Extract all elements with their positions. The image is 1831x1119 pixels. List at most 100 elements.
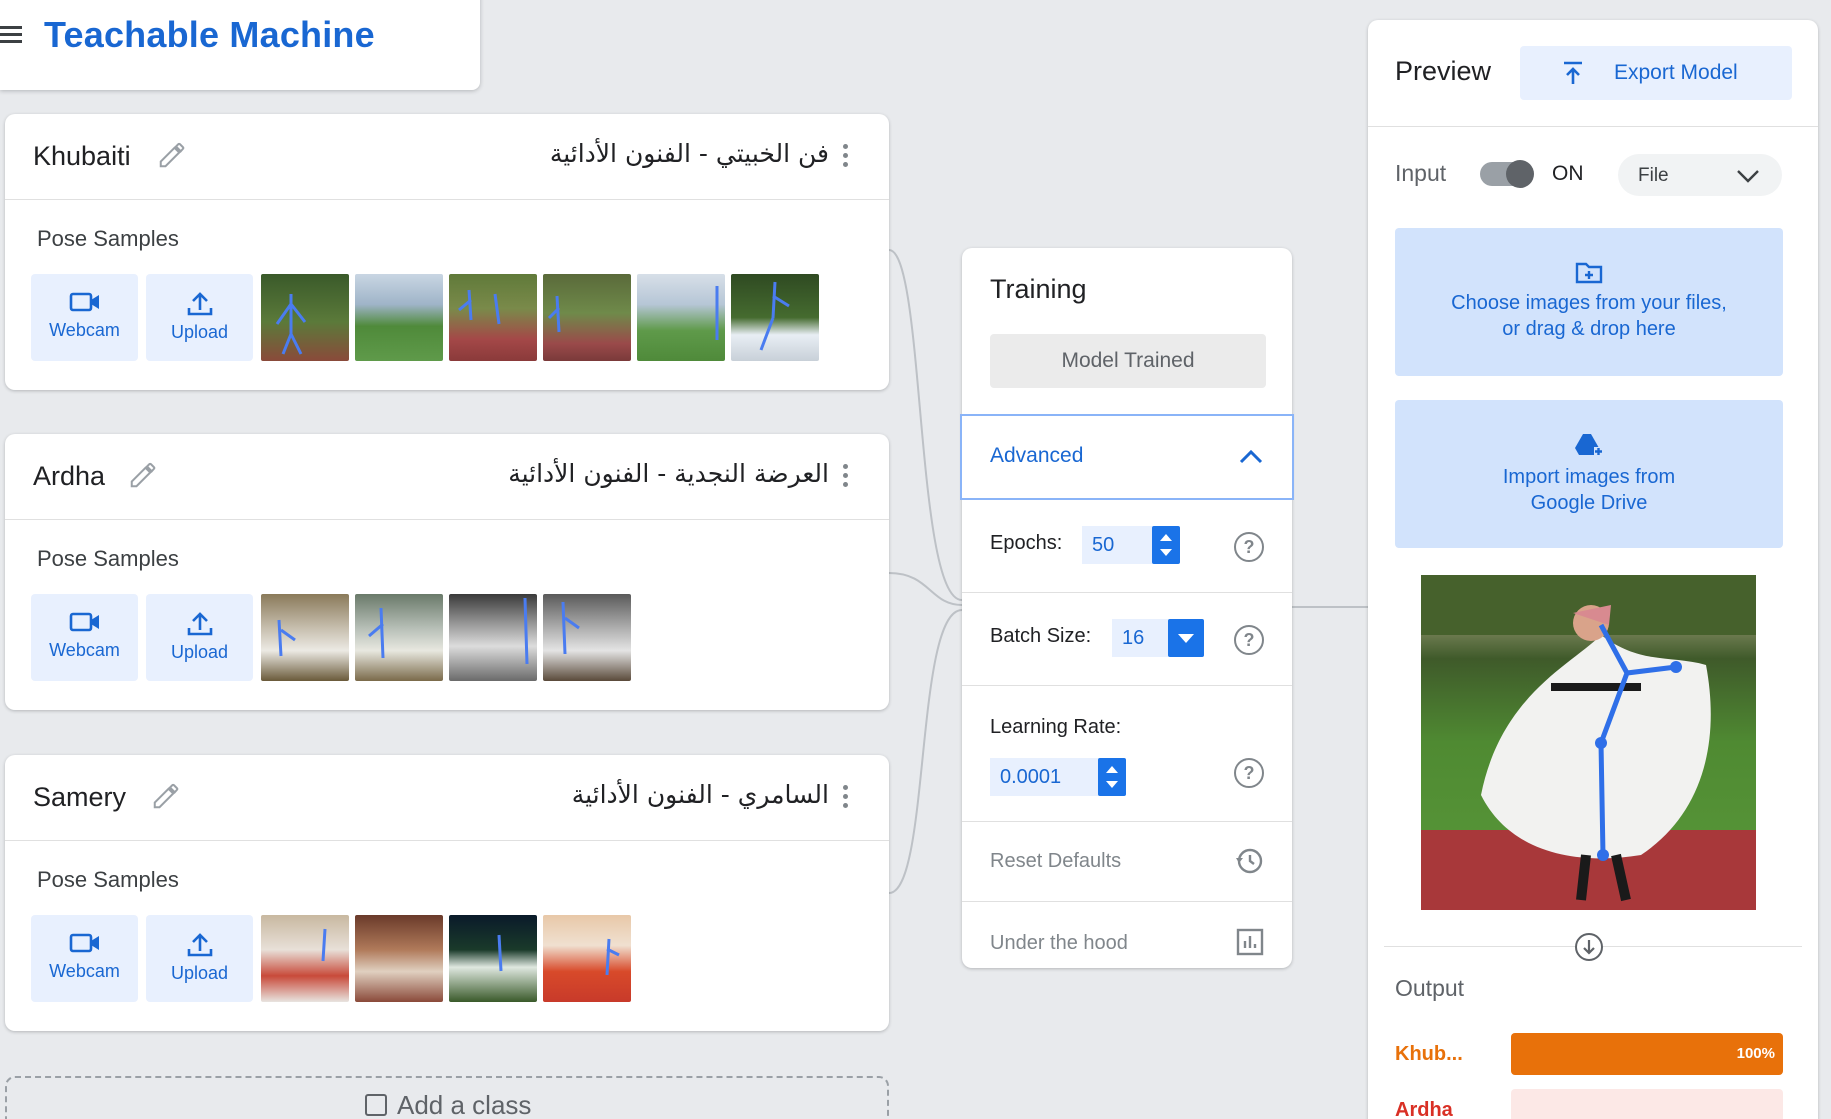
chevron-up-icon [1239, 449, 1263, 464]
epochs-stepper[interactable] [1152, 526, 1180, 564]
reset-defaults-label: Reset Defaults [990, 850, 1122, 872]
sample-thumbnail[interactable] [637, 274, 725, 361]
training-panel: Training Model Trained Advanced Epochs: … [960, 248, 1294, 968]
upload-icon [187, 612, 212, 636]
advanced-toggle[interactable]: Advanced [960, 414, 1294, 500]
webcam-button[interactable]: Webcam [31, 274, 138, 361]
advanced-label: Advanced [990, 444, 1084, 467]
google-drive-import[interactable]: Import images from Google Drive [1395, 400, 1783, 548]
preview-image [1421, 575, 1756, 910]
webcam-button[interactable]: Webcam [31, 594, 138, 681]
more-options-icon[interactable] [841, 785, 849, 811]
class-description: السامري - الفنون الأدائية [571, 780, 829, 809]
training-title: Training [990, 274, 1087, 304]
batch-size-label: Batch Size: [990, 625, 1092, 647]
learning-rate-input[interactable]: 0.0001 [990, 758, 1102, 796]
upload-arrow-icon [1564, 61, 1582, 84]
sample-thumbnail[interactable] [355, 274, 443, 361]
under-the-hood-row[interactable]: Under the hood [962, 902, 1292, 968]
sample-thumbnail[interactable] [731, 274, 819, 361]
webcam-label: Webcam [49, 640, 120, 660]
upload-button[interactable]: Upload [146, 594, 253, 681]
add-class-label: Add a class [397, 1090, 532, 1119]
add-box-icon [365, 1094, 387, 1116]
edit-pencil-icon[interactable] [151, 781, 181, 811]
epochs-input[interactable]: 50 [1082, 526, 1154, 564]
webcam-icon [69, 612, 99, 632]
history-icon [1236, 848, 1263, 874]
class-card-ardha: Ardha العرضة النجدية - الفنون الأدائية P… [5, 434, 889, 710]
help-icon[interactable]: ? [1234, 532, 1264, 562]
choose-files-line1: Choose images from your files, [1451, 292, 1727, 314]
class-card-samery: Samery السامري - الفنون الأدائية Pose Sa… [5, 755, 889, 1031]
edit-pencil-icon[interactable] [157, 140, 187, 170]
sample-thumbnail[interactable] [449, 274, 537, 361]
output-class-label: Ardha [1395, 1099, 1453, 1119]
sample-thumbnail[interactable] [543, 274, 631, 361]
bar-chart-icon [1236, 928, 1264, 956]
class-card-header: Khubaiti فن الخبيتي - الفنون الأدائية [5, 114, 889, 200]
class-card-header: Ardha العرضة النجدية - الفنون الأدائية [5, 434, 889, 520]
sample-thumbnail[interactable] [543, 915, 631, 1002]
class-card-header: Samery السامري - الفنون الأدائية [5, 755, 889, 841]
sample-thumbnail[interactable] [261, 594, 349, 681]
input-toggle[interactable] [1480, 160, 1534, 188]
drive-line1: Import images from [1502, 466, 1676, 488]
more-options-icon[interactable] [841, 144, 849, 170]
learning-rate-label: Learning Rate: [990, 716, 1122, 738]
sample-thumbnail[interactable] [355, 594, 443, 681]
export-model-button[interactable]: Export Model [1520, 46, 1792, 100]
samples-label: Pose Samples [37, 867, 179, 892]
class-description: فن الخبيتي - الفنون الأدائية [549, 139, 829, 168]
app-title[interactable]: Teachable Machine [44, 14, 375, 56]
class-name[interactable]: Samery [33, 782, 126, 813]
class-card-khubaiti: Khubaiti فن الخبيتي - الفنون الأدائية Po… [5, 114, 889, 390]
batch-size-row: Batch Size: 16 ? [962, 593, 1292, 686]
upload-icon [187, 292, 212, 316]
choose-files-line2: or drag & drop here [1502, 318, 1676, 340]
train-model-button[interactable]: Model Trained [990, 334, 1266, 388]
sample-thumbnail[interactable] [355, 915, 443, 1002]
webcam-button[interactable]: Webcam [31, 915, 138, 1002]
output-confidence-bar: 100% [1511, 1033, 1783, 1075]
divider [1368, 126, 1818, 127]
sample-thumbnail[interactable] [449, 915, 537, 1002]
upload-button[interactable]: Upload [146, 274, 253, 361]
export-model-label: Export Model [1614, 61, 1738, 84]
preview-panel: Preview Export Model Input ON File Choos… [1368, 20, 1818, 1119]
class-name[interactable]: Ardha [33, 461, 105, 492]
help-icon[interactable]: ? [1234, 625, 1264, 655]
samples-label: Pose Samples [37, 546, 179, 571]
choose-files-dropzone[interactable]: Choose images from your files, or drag &… [1395, 228, 1783, 376]
drive-line2: Google Drive [1530, 492, 1648, 514]
batch-size-dropdown[interactable] [1168, 619, 1204, 657]
google-drive-add-icon [1575, 434, 1603, 456]
help-icon[interactable]: ? [1234, 758, 1264, 788]
sample-thumbnail[interactable] [261, 274, 349, 361]
sample-thumbnail[interactable] [543, 594, 631, 681]
upload-label: Upload [170, 642, 229, 662]
sample-thumbnail[interactable] [261, 915, 349, 1002]
toggle-state-label: ON [1552, 162, 1584, 185]
class-name[interactable]: Khubaiti [33, 141, 131, 172]
output-class-label: Khub... [1395, 1043, 1463, 1065]
upload-label: Upload [170, 322, 229, 342]
more-options-icon[interactable] [841, 464, 849, 490]
folder-add-icon [1575, 262, 1603, 284]
samples-label: Pose Samples [37, 226, 179, 251]
epochs-label: Epochs: [990, 532, 1063, 554]
add-class-button[interactable]: Add a class [5, 1076, 889, 1119]
input-source-value: File [1638, 165, 1669, 186]
batch-size-select[interactable]: 16 [1112, 619, 1172, 657]
app-header: Teachable Machine [0, 0, 480, 90]
input-source-select[interactable]: File [1618, 154, 1782, 196]
upload-button[interactable]: Upload [146, 915, 253, 1002]
sample-thumbnail[interactable] [449, 594, 537, 681]
learning-rate-stepper[interactable] [1098, 758, 1126, 796]
output-label: Output [1395, 975, 1465, 1001]
edit-pencil-icon[interactable] [128, 460, 158, 490]
menu-icon[interactable] [0, 26, 24, 46]
webcam-icon [69, 933, 99, 953]
reset-defaults-row[interactable]: Reset Defaults [962, 822, 1292, 902]
webcam-label: Webcam [49, 320, 120, 340]
